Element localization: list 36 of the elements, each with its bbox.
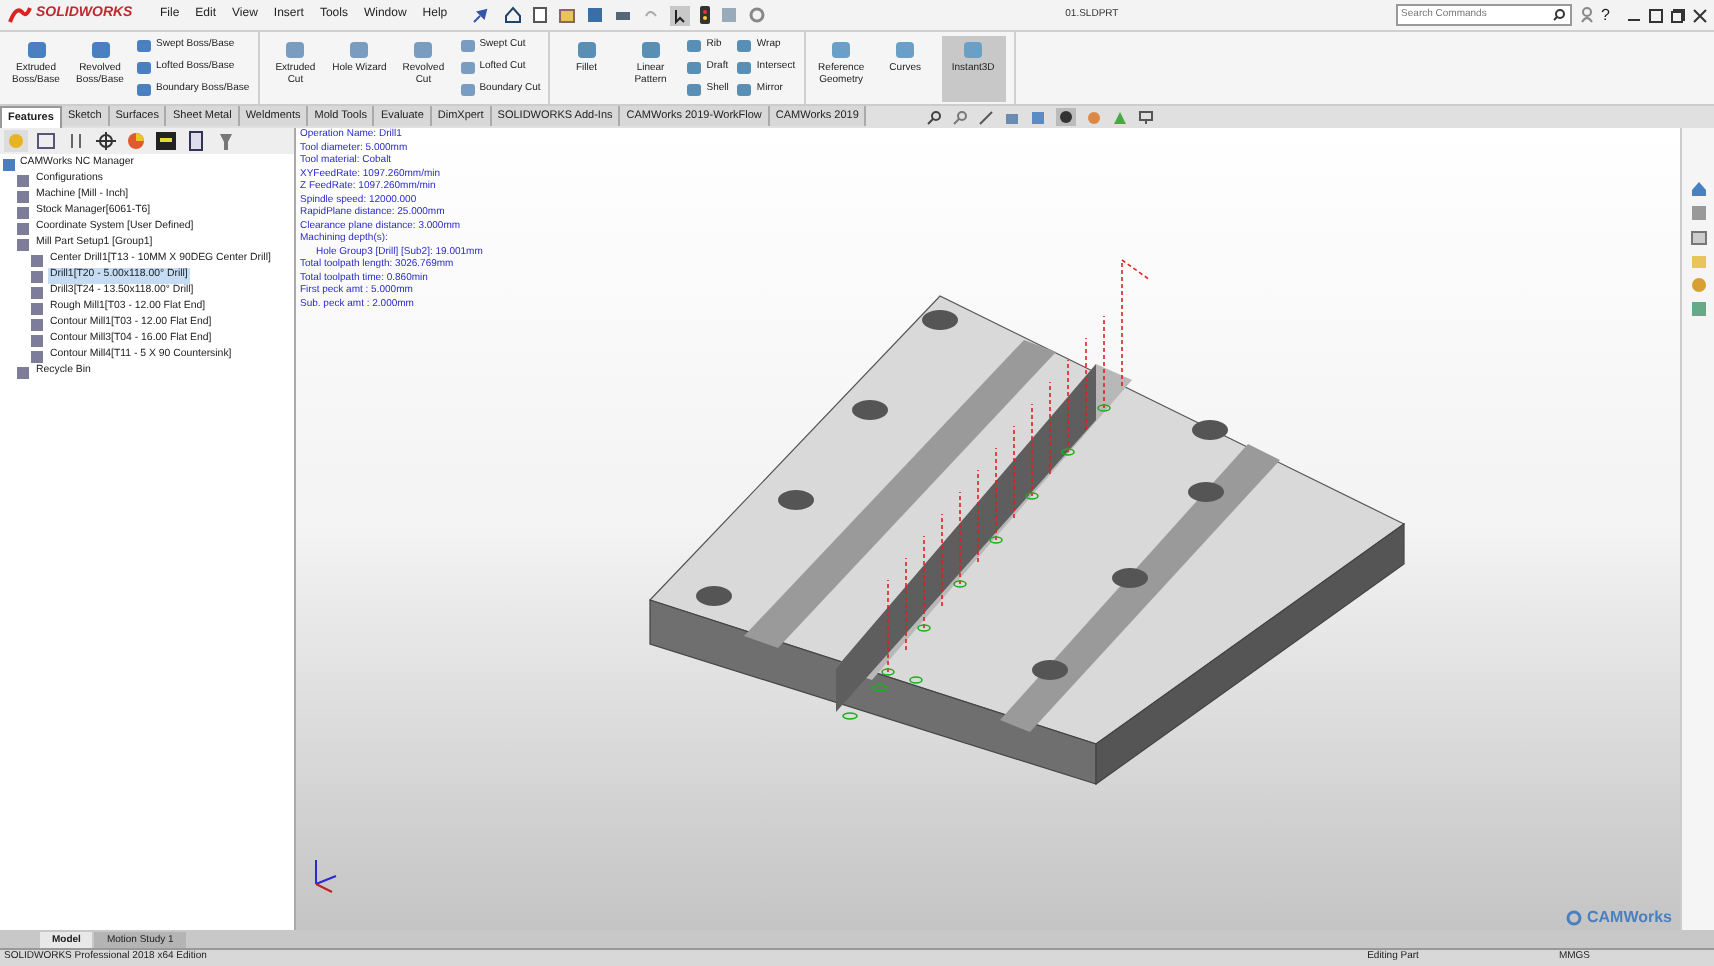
traffic-light-icon[interactable] [699, 6, 710, 24]
save-icon[interactable] [585, 6, 604, 24]
logo-icon [1566, 910, 1583, 926]
feature-icon [894, 38, 917, 60]
gear-icon[interactable] [747, 6, 766, 24]
zoom-icon[interactable] [926, 109, 943, 125]
restore-icon[interactable] [1670, 7, 1686, 23]
graphics-viewport[interactable] [296, 128, 1680, 930]
feature-icon [89, 38, 111, 60]
feature-icon [25, 38, 47, 60]
zoom-area-icon[interactable] [952, 109, 969, 125]
new-document-icon[interactable] [531, 6, 548, 24]
feature-icon [962, 38, 985, 60]
section-view-icon[interactable] [978, 109, 995, 125]
axis-triad-icon [315, 859, 337, 893]
user-icon[interactable] [1579, 6, 1594, 24]
select-icon[interactable] [669, 5, 690, 25]
cnc-icon[interactable] [154, 130, 178, 152]
crosshair-icon[interactable] [94, 130, 118, 152]
home-icon[interactable] [503, 6, 522, 24]
viewport-logo-text: CAMWorks [1586, 906, 1672, 930]
document-icon[interactable] [184, 130, 208, 152]
search-icon [1551, 8, 1566, 22]
close-icon[interactable] [1692, 7, 1708, 23]
feature-icon [639, 38, 662, 60]
help-button[interactable]: ? [1601, 3, 1610, 27]
feature-icon [284, 38, 307, 60]
feature-icon [830, 38, 853, 60]
feature-icon [575, 38, 598, 60]
feature-icon [412, 38, 435, 60]
home-icon[interactable] [1689, 180, 1707, 198]
layout-icon[interactable] [1648, 7, 1664, 23]
display-style-icon[interactable] [1056, 108, 1077, 126]
logo-icon [8, 5, 32, 25]
monitor-icon[interactable] [1138, 109, 1155, 125]
feature-icon [348, 38, 371, 60]
